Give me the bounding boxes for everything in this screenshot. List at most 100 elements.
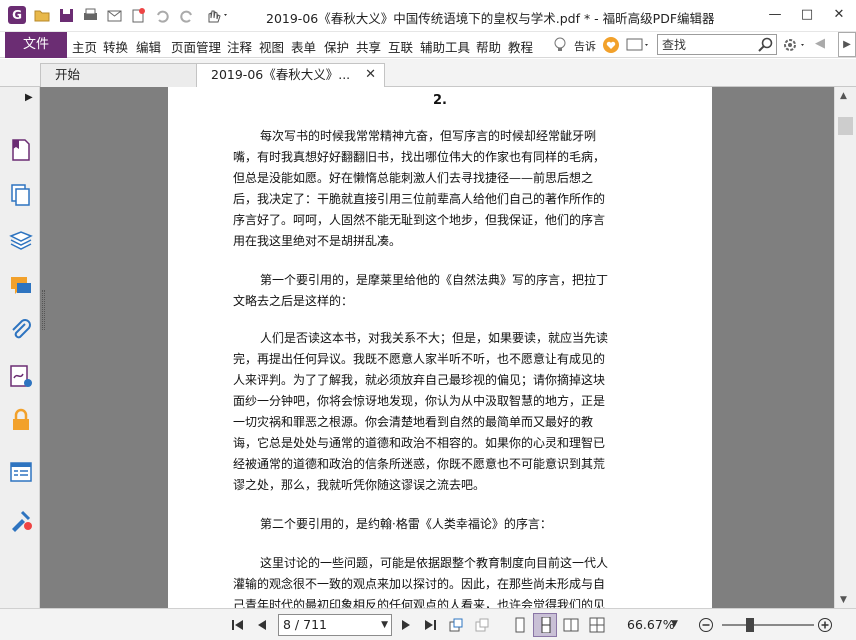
previous-page-icon[interactable] xyxy=(254,617,270,633)
paragraph-1: 每次写书的时候我常常精神亢奋，但写序言的时候却经常龇牙咧 嘴，有时我真想好好翻翻… xyxy=(233,126,647,252)
comments-icon[interactable] xyxy=(9,274,33,298)
redo-icon[interactable] xyxy=(178,7,195,24)
heart-icon[interactable] xyxy=(603,37,619,53)
tab-document[interactable]: 2019-06《春秋大义》... ✕ xyxy=(196,63,385,88)
lightbulb-icon[interactable] xyxy=(553,37,567,53)
layers-icon[interactable] xyxy=(9,230,33,254)
text-line: 第二个要引用的，是约翰·格雷《人类幸福论》的序言： xyxy=(260,517,552,531)
text-line: 人们是否读这本书，对我关系不大；但是，如果要读，就应当先读 xyxy=(260,331,609,345)
tab-bar: 开始 2019-06《春秋大义》... ✕ xyxy=(0,59,856,88)
certificate-tools-icon[interactable] xyxy=(9,508,33,532)
text-line: 灌输的观念很不一致的观点来加以探讨的。因此，在那些尚未形成与自 xyxy=(233,577,606,591)
new-document-icon[interactable] xyxy=(130,7,147,24)
menu-form[interactable]: 表单 xyxy=(291,37,316,56)
menu-tutorial[interactable]: 教程 xyxy=(508,37,533,56)
scroll-down-arrow-icon[interactable]: ▼ xyxy=(840,595,847,605)
zoom-out-icon[interactable] xyxy=(698,617,714,633)
email-icon[interactable] xyxy=(106,7,123,24)
text-line: 这里讨论的一些问题，可能是依据跟整个教育制度向目前这一代人 xyxy=(260,556,609,570)
next-page-icon[interactable] xyxy=(398,617,414,633)
scrollbar-thumb[interactable] xyxy=(838,117,853,135)
continuous-page-view-icon xyxy=(541,617,551,633)
menu-page-management[interactable]: 页面管理 xyxy=(171,37,221,56)
search-icon[interactable] xyxy=(758,37,773,52)
chat-dropdown-icon[interactable] xyxy=(626,37,650,53)
file-menu-button[interactable]: 文件 xyxy=(5,32,67,58)
maximize-button[interactable]: □ xyxy=(792,0,822,30)
page-number-heading: 2. xyxy=(433,93,447,108)
page-number-value: 8 / 711 xyxy=(283,617,327,632)
text-line: 人来评判。为了了解我，就必须放弃自己最珍视的偏见；请你摘掉这块 xyxy=(233,373,606,387)
document-canvas-left xyxy=(40,87,168,608)
text-line: 序言好了。呵呵，人固然不能无耻到这个地步，但我保证，他们的序言 xyxy=(233,213,606,227)
text-line: 完，再提出任何异议。我既不愿意人家半听不听，也不愿意让有成见的 xyxy=(233,352,606,366)
open-folder-icon[interactable] xyxy=(34,7,51,24)
search-input[interactable] xyxy=(658,35,758,54)
vertical-scrollbar[interactable]: ▲ ▼ xyxy=(834,87,856,608)
panel-resize-handle[interactable] xyxy=(42,290,45,330)
text-line: 一切灾祸和罪恶之根源。你会清楚地看到自然的最简单而又最好的教 xyxy=(233,415,594,429)
zoom-slider-thumb[interactable] xyxy=(746,618,754,632)
tab-start-label: 开始 xyxy=(55,67,81,82)
hand-tool-icon[interactable] xyxy=(204,7,230,24)
menu-help[interactable]: 帮助 xyxy=(476,37,501,56)
zoom-in-icon[interactable] xyxy=(817,617,833,633)
quote-paragraph-2: 这里讨论的一些问题，可能是依据跟整个教育制度向目前这一代人 灌输的观念很不一致的… xyxy=(233,553,647,608)
tab-start[interactable]: 开始 xyxy=(40,63,197,87)
minimize-button[interactable]: — xyxy=(760,0,790,30)
title-bar: G 2019-06《春秋大义》中国传统语境下的皇权与学术.pdf * - 福昕高… xyxy=(0,0,856,32)
zoom-dropdown-icon[interactable]: ▼ xyxy=(671,619,678,629)
gear-icon[interactable] xyxy=(782,36,808,54)
signature-icon[interactable] xyxy=(9,364,33,388)
text-line: 但总是没能如愿。好在懒惰总能刺激人们去寻找捷径——前思后想之 xyxy=(233,171,594,185)
first-page-icon[interactable] xyxy=(230,617,246,633)
page-number-input[interactable]: 8 / 711 ▼ xyxy=(278,614,392,636)
previous-view-icon[interactable] xyxy=(448,617,464,633)
next-view-icon[interactable] xyxy=(474,617,490,633)
last-page-icon[interactable] xyxy=(422,617,438,633)
zoom-slider-track[interactable] xyxy=(722,624,814,626)
menu-convert[interactable]: 转换 xyxy=(103,37,128,56)
document-page: 2. 每次写书的时候我常常精神亢奋，但写序言的时候却经常龇牙咧 嘴，有时我真想好… xyxy=(168,87,712,608)
menu-home[interactable]: 主页 xyxy=(72,37,97,56)
zoom-level[interactable]: 66.67% xyxy=(627,617,675,632)
close-window-button[interactable]: ✕ xyxy=(824,0,854,30)
security-lock-icon[interactable] xyxy=(9,408,33,432)
menu-comment[interactable]: 注释 xyxy=(227,37,252,56)
bookmark-icon[interactable] xyxy=(9,138,33,162)
search-box[interactable] xyxy=(657,34,777,55)
scroll-up-arrow-icon[interactable]: ▲ xyxy=(840,91,847,101)
text-line: 第一个要引用的，是摩莱里给他的《自然法典》写的序言，把拉丁 xyxy=(260,273,609,287)
text-line: 嘴，有时我真想好好翻翻旧书，找出哪位伟大的作家也有同样的毛病， xyxy=(233,150,606,164)
text-line: 己青年时代的最初印象相反的任何观点的人看来，也许会觉得我们的见 xyxy=(233,598,606,608)
text-line: 谬之处，那么，我就听凭你随这谬误之流去吧。 xyxy=(233,478,486,492)
expand-panel-icon[interactable]: ▶ xyxy=(25,92,33,103)
menu-accessibility[interactable]: 辅助工具 xyxy=(420,37,470,56)
menu-view[interactable]: 视图 xyxy=(259,37,284,56)
menu-edit[interactable]: 编辑 xyxy=(136,37,161,56)
tell-me-label[interactable]: 告诉 xyxy=(574,38,596,54)
close-tab-icon[interactable]: ✕ xyxy=(365,64,376,86)
save-icon[interactable] xyxy=(58,7,75,24)
facing-pages-icon[interactable] xyxy=(563,617,579,633)
attachment-icon[interactable] xyxy=(9,318,33,342)
menu-connect[interactable]: 互联 xyxy=(388,37,413,56)
menu-share[interactable]: 共享 xyxy=(356,37,381,56)
print-icon[interactable] xyxy=(82,7,99,24)
single-page-view-icon[interactable] xyxy=(512,617,528,633)
page-dropdown-icon[interactable]: ▼ xyxy=(381,615,388,635)
continuous-facing-icon[interactable] xyxy=(589,617,605,633)
page-thumbnails-icon[interactable] xyxy=(9,183,33,207)
status-bar: 8 / 711 ▼ 66.67% ▼ xyxy=(0,608,856,640)
continuous-view-button[interactable] xyxy=(533,613,557,637)
ribbon-scroll-right-button[interactable]: ▶ xyxy=(838,32,856,57)
undo-icon[interactable] xyxy=(154,7,171,24)
tab-document-label: 2019-06《春秋大义》... xyxy=(211,67,351,82)
menu-protect[interactable]: 保护 xyxy=(324,37,349,56)
nav-left-icon[interactable]: ◀ xyxy=(815,36,825,51)
left-navigation-panel: ▶ xyxy=(0,87,40,608)
paragraph-2: 第一个要引用的，是摩莱里给他的《自然法典》写的序言，把拉丁 文略去之后是这样的： xyxy=(233,270,647,312)
document-canvas-right xyxy=(712,87,834,608)
form-fields-icon[interactable] xyxy=(9,460,33,484)
menu-bar: 文件 主页 转换 编辑 页面管理 注释 视图 表单 保护 共享 互联 辅助工具 … xyxy=(0,32,856,58)
